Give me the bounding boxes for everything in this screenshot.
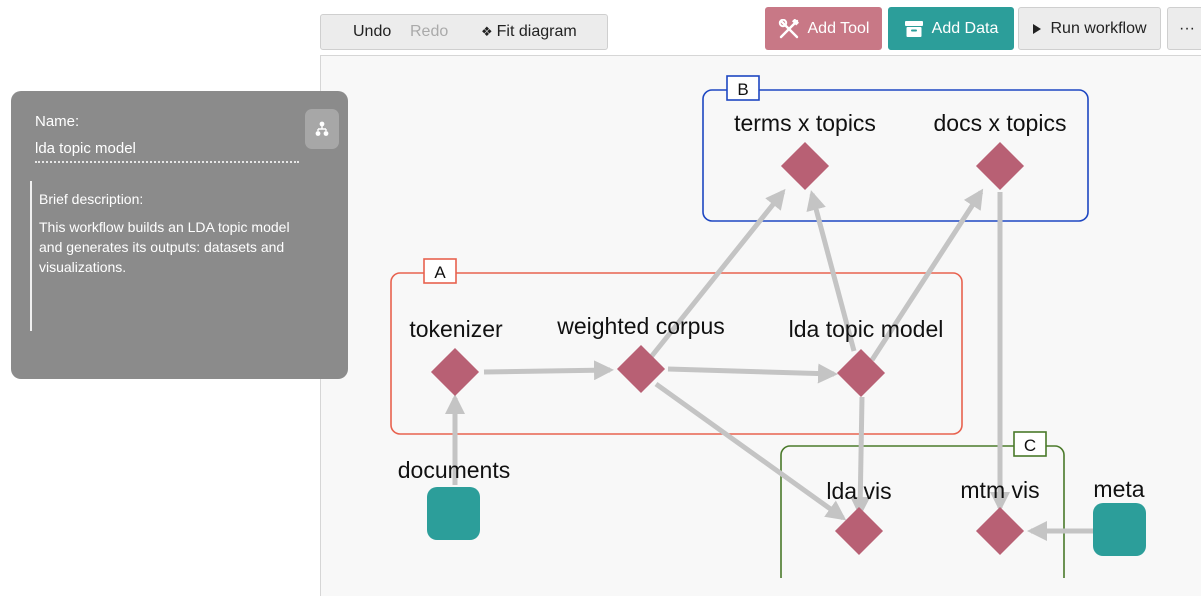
label-tokenizer: tokenizer bbox=[409, 316, 503, 342]
node-meta[interactable] bbox=[1093, 503, 1146, 556]
name-label: Name: bbox=[35, 113, 80, 130]
node-lda-vis[interactable] bbox=[834, 506, 884, 556]
description-section: Brief description: This workflow builds … bbox=[30, 181, 322, 331]
description-text[interactable]: This workflow builds an LDA topic model … bbox=[39, 217, 299, 277]
label-documents: documents bbox=[398, 457, 511, 483]
label-docs-x-topics: docs x topics bbox=[934, 110, 1067, 136]
label-weighted-corpus: weighted corpus bbox=[556, 313, 725, 339]
group-label-a: A bbox=[434, 263, 446, 282]
group-box-c[interactable] bbox=[780, 445, 1065, 578]
label-terms-x-topics: terms x topics bbox=[734, 110, 876, 136]
workflow-info-panel: Name: lda topic model Brief description:… bbox=[11, 91, 348, 379]
node-docs-x-topics[interactable] bbox=[975, 141, 1025, 191]
node-lda-topic-model[interactable] bbox=[836, 348, 886, 398]
workflow-name-field[interactable]: lda topic model bbox=[35, 140, 299, 163]
edge-tokenizer-weighted-corpus[interactable] bbox=[483, 360, 614, 381]
node-mtm-vis[interactable] bbox=[975, 506, 1025, 556]
group-label-b: B bbox=[737, 80, 748, 99]
description-label: Brief description: bbox=[39, 191, 144, 207]
node-terms-x-topics[interactable] bbox=[780, 141, 830, 191]
edge-weighted-corpus-lda-topic-model[interactable] bbox=[667, 363, 838, 384]
edge-weighted-corpus-lda-vis[interactable] bbox=[654, 381, 847, 521]
hierarchy-icon bbox=[315, 121, 329, 136]
node-tokenizer[interactable] bbox=[430, 347, 480, 397]
group-label-c: C bbox=[1024, 436, 1036, 455]
label-lda-vis: lda vis bbox=[826, 478, 891, 504]
node-documents[interactable] bbox=[427, 487, 480, 540]
hierarchy-button[interactable] bbox=[305, 109, 339, 149]
label-lda-topic-model: lda topic model bbox=[789, 316, 944, 342]
label-mtm-vis: mtm vis bbox=[960, 477, 1039, 503]
label-meta: meta bbox=[1093, 476, 1144, 502]
